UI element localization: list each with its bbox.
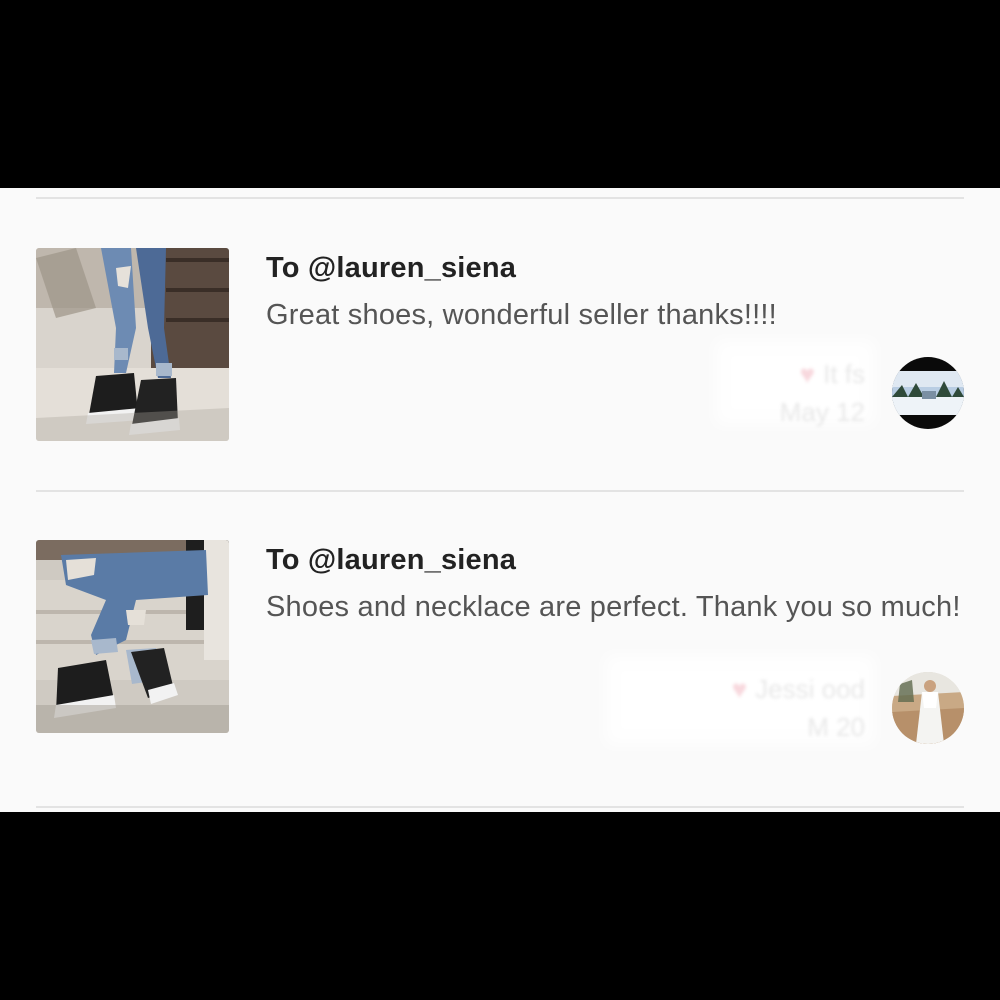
review-date: M 20: [807, 712, 865, 742]
divider: [36, 806, 964, 808]
review-meta: ♥ It fs May 12: [780, 355, 865, 431]
heart-icon: ♥: [731, 674, 748, 704]
product-photo[interactable]: [36, 540, 229, 733]
reviewer-avatar[interactable]: [892, 357, 964, 429]
divider: [36, 197, 964, 199]
reviewer-name[interactable]: It fs: [823, 359, 865, 389]
review-item[interactable]: To @lauren_siena Great shoes, wonderful …: [0, 248, 1000, 448]
letterbox-bottom: [0, 812, 1000, 1000]
letterbox-top: [0, 0, 1000, 188]
reviewer-name[interactable]: Jessi ood: [755, 674, 865, 704]
divider: [36, 490, 964, 492]
reviews-panel: To @lauren_siena Great shoes, wonderful …: [0, 188, 1000, 812]
review-recipient[interactable]: To @lauren_siena: [266, 252, 516, 285]
product-photo[interactable]: [36, 248, 229, 441]
review-recipient[interactable]: To @lauren_siena: [266, 544, 516, 577]
review-message: Shoes and necklace are perfect. Thank yo…: [266, 591, 961, 623]
review-item[interactable]: To @lauren_siena Shoes and necklace are …: [0, 540, 1000, 745]
review-message: Great shoes, wonderful seller thanks!!!!: [266, 299, 777, 331]
review-date: May 12: [779, 397, 865, 427]
reviewer-avatar[interactable]: [892, 672, 964, 744]
review-meta: ♥ Jessi ood M 20: [732, 670, 865, 746]
heart-icon: ♥: [799, 359, 816, 389]
